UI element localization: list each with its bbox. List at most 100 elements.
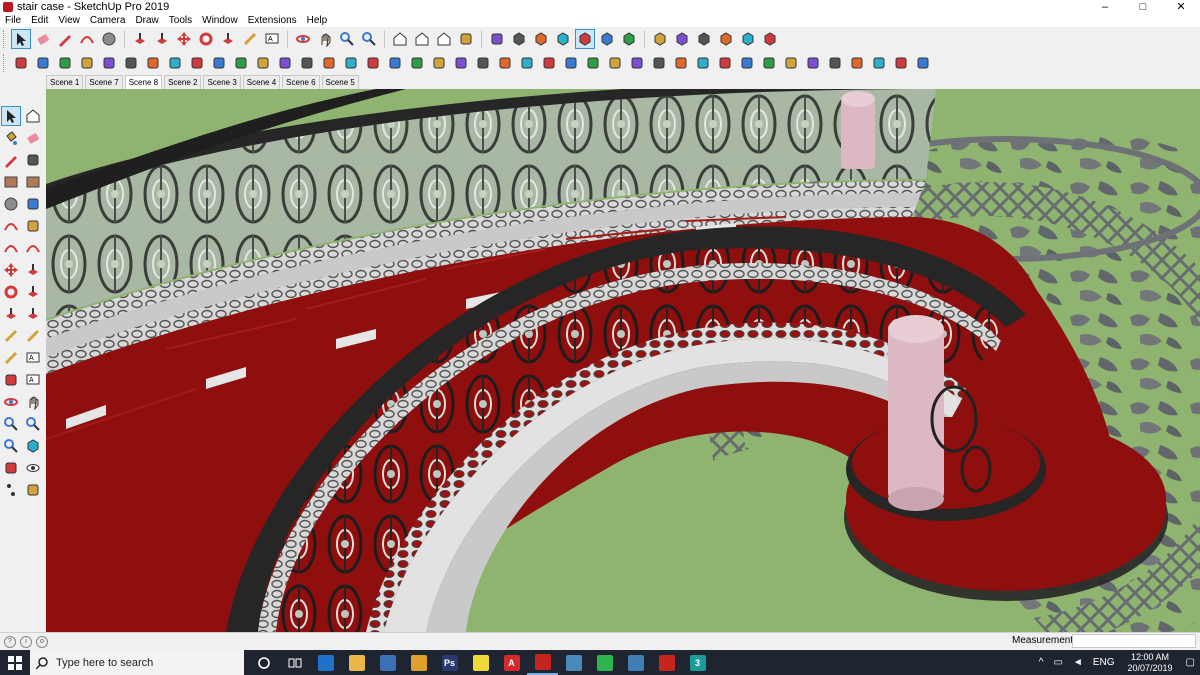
push-pull-icon[interactable] — [130, 29, 150, 49]
taskbar-search-box[interactable]: Type here to search — [30, 650, 244, 675]
menu-window[interactable]: Window — [197, 14, 243, 27]
extension-tool-icon[interactable] — [297, 53, 317, 73]
extension-tool-icon[interactable] — [561, 53, 581, 73]
volume-icon[interactable]: ◄ — [1073, 657, 1083, 668]
3d-text-icon[interactable]: A — [23, 370, 43, 390]
clock[interactable]: 12:00 AM 20/07/2019 — [1128, 652, 1173, 674]
extension-tool-icon[interactable] — [341, 53, 361, 73]
dimension-icon[interactable] — [23, 326, 43, 346]
offset-icon[interactable] — [23, 304, 43, 324]
move-icon[interactable] — [174, 29, 194, 49]
extension-tool-icon[interactable] — [385, 53, 405, 73]
menu-camera[interactable]: Camera — [85, 14, 131, 27]
chrome-icon[interactable] — [403, 650, 434, 675]
extension-tool-icon[interactable] — [429, 53, 449, 73]
sticky-notes-icon[interactable] — [465, 650, 496, 675]
extension-tool-icon[interactable] — [913, 53, 933, 73]
menu-edit[interactable]: Edit — [26, 14, 53, 27]
extension-tool-icon[interactable] — [539, 53, 559, 73]
task-view-icon[interactable] — [279, 650, 310, 675]
cortana-icon[interactable] — [248, 650, 279, 675]
menu-extensions[interactable]: Extensions — [243, 14, 302, 27]
network-icon[interactable]: ▭ — [1053, 657, 1062, 668]
follow-me-icon[interactable] — [152, 29, 172, 49]
shaded-textures-icon[interactable] — [597, 29, 617, 49]
rotate-icon[interactable] — [196, 29, 216, 49]
extension-tool-icon[interactable] — [99, 53, 119, 73]
extension-tool-icon[interactable] — [759, 53, 779, 73]
iso-view-icon[interactable] — [650, 29, 670, 49]
close-button[interactable]: ✕ — [1162, 0, 1200, 14]
edge-icon[interactable] — [310, 650, 341, 675]
menu-view[interactable]: View — [53, 14, 85, 27]
extension-tool-icon[interactable] — [143, 53, 163, 73]
extension-tool-icon[interactable] — [473, 53, 493, 73]
extension-tool-icon[interactable] — [231, 53, 251, 73]
sketchup-icon[interactable] — [527, 650, 558, 675]
tape-measure-icon[interactable] — [240, 29, 260, 49]
pie-icon[interactable] — [23, 216, 43, 236]
push-pull-icon[interactable] — [23, 260, 43, 280]
circle-icon[interactable] — [1, 194, 21, 214]
xray-icon[interactable] — [509, 29, 529, 49]
file-explorer-icon[interactable] — [341, 650, 372, 675]
extension-tool-icon[interactable] — [847, 53, 867, 73]
extension-tool-icon[interactable] — [319, 53, 339, 73]
eraser-icon[interactable] — [33, 29, 53, 49]
extension-tool-icon[interactable] — [363, 53, 383, 73]
extension-tool-icon[interactable] — [781, 53, 801, 73]
extension-tool-icon[interactable] — [671, 53, 691, 73]
store-icon[interactable] — [372, 650, 403, 675]
menu-help[interactable]: Help — [302, 14, 333, 27]
language-indicator[interactable]: ENG — [1093, 657, 1115, 668]
rectangle-icon[interactable] — [1, 172, 21, 192]
component-icon[interactable] — [434, 29, 454, 49]
extension-tool-icon[interactable] — [187, 53, 207, 73]
select-icon[interactable] — [1, 106, 21, 126]
extension-tool-icon[interactable] — [693, 53, 713, 73]
extension-tool-icon[interactable] — [605, 53, 625, 73]
walk-icon[interactable] — [1, 480, 21, 500]
scale-icon[interactable] — [218, 29, 238, 49]
polygon-icon[interactable] — [23, 194, 43, 214]
zoom-icon[interactable] — [337, 29, 357, 49]
paint-bucket-icon[interactable] — [1, 128, 21, 148]
extension-tool-icon[interactable] — [715, 53, 735, 73]
maximize-button[interactable]: □ — [1124, 0, 1162, 14]
extension-tool-icon[interactable] — [495, 53, 515, 73]
front-view-icon[interactable] — [694, 29, 714, 49]
extension-tool-icon[interactable] — [165, 53, 185, 73]
extension-tool-icon[interactable] — [825, 53, 845, 73]
menu-tools[interactable]: Tools — [164, 14, 197, 27]
axes-icon[interactable] — [1, 370, 21, 390]
scene-tab-2[interactable]: Scene 2 — [164, 75, 202, 89]
toolbar-grip[interactable] — [3, 30, 8, 48]
text-icon[interactable]: A — [262, 29, 282, 49]
position-camera-icon[interactable] — [1, 458, 21, 478]
back-view-icon[interactable] — [738, 29, 758, 49]
network-app-icon[interactable] — [558, 650, 589, 675]
scene-tab-4[interactable]: Scene 4 — [242, 75, 281, 89]
3ds-max-icon[interactable]: 3 — [682, 650, 713, 675]
sketchup-viewer-icon[interactable] — [651, 650, 682, 675]
right-view-icon[interactable] — [716, 29, 736, 49]
extension-tool-icon[interactable] — [649, 53, 669, 73]
extension-tool-icon[interactable] — [275, 53, 295, 73]
3d-warehouse-icon[interactable] — [390, 29, 410, 49]
orbit-icon[interactable] — [293, 29, 313, 49]
extension-tool-icon[interactable] — [737, 53, 757, 73]
extension-warehouse-icon[interactable] — [412, 29, 432, 49]
tape-measure-icon[interactable] — [1, 326, 21, 346]
photoshop-icon[interactable]: Ps — [434, 650, 465, 675]
extension-tool-icon[interactable] — [517, 53, 537, 73]
extension-tool-icon[interactable] — [869, 53, 889, 73]
pan-icon[interactable] — [23, 392, 43, 412]
look-around-icon[interactable] — [23, 458, 43, 478]
scene-tab-8[interactable]: Scene 8 — [124, 75, 163, 89]
extension-tool-icon[interactable] — [11, 53, 31, 73]
hidden-line-icon[interactable] — [553, 29, 573, 49]
geo-location-icon[interactable]: ? — [4, 635, 16, 648]
start-button[interactable] — [0, 650, 30, 675]
select-icon[interactable] — [11, 29, 31, 49]
minimize-button[interactable]: – — [1086, 0, 1124, 14]
